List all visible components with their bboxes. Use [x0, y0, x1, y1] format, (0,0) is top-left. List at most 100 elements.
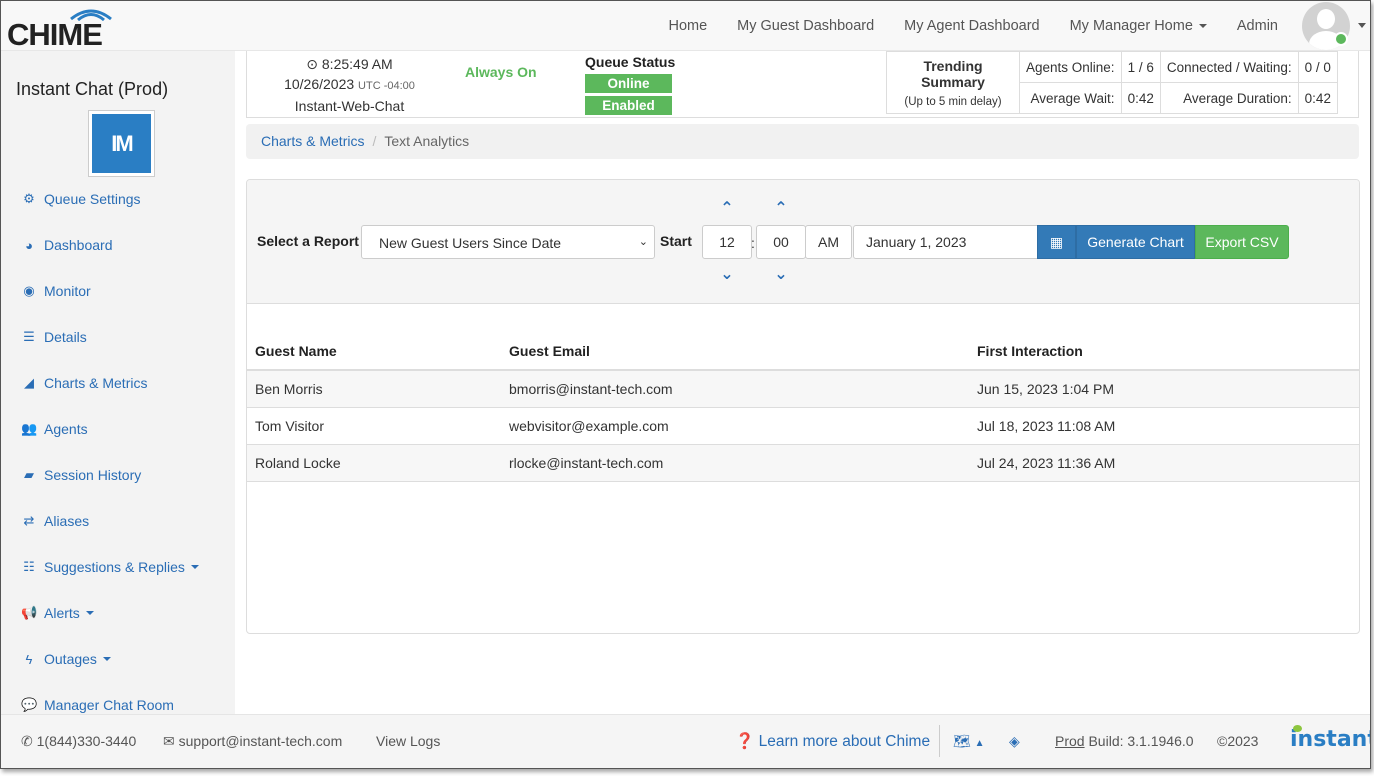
learn-more-link[interactable]: ❓ Learn more about Chime: [735, 732, 930, 751]
sidebar-item-queue-settings[interactable]: ⚙ Queue Settings: [21, 191, 140, 207]
breadcrumb-separator: /: [372, 133, 377, 149]
sidebar: Instant Chat (Prod) IM ⚙ Queue Settings ◕…: [1, 51, 235, 714]
footer-divider: [939, 725, 940, 757]
nav-agent-dashboard[interactable]: My Agent Dashboard: [904, 18, 1039, 34]
column-header-guest-email[interactable]: Guest Email: [501, 333, 969, 371]
users-icon: 👥: [21, 421, 38, 436]
average-duration-value: 0:42: [1297, 82, 1338, 114]
enabled-badge: Enabled: [585, 96, 672, 115]
chime-logo[interactable]: CHIME: [7, 5, 112, 52]
caret-down-icon: [190, 565, 199, 569]
support-email: support@instant-tech.com: [178, 733, 343, 749]
guest-name-cell: Tom Visitor: [247, 407, 501, 445]
sidebar-item-outages[interactable]: ϟ Outages: [21, 651, 111, 667]
footer-email[interactable]: ✉ support@instant-tech.com: [163, 733, 342, 750]
footer-phone[interactable]: ✆ 1(844)330-3440: [21, 733, 136, 750]
export-csv-button[interactable]: Export CSV: [1195, 225, 1289, 259]
instant-logo-text: instant: [1290, 727, 1371, 752]
hide-button[interactable]: ◈: [1009, 733, 1020, 750]
calendar-button[interactable]: ▦: [1037, 225, 1076, 259]
online-badge: Online: [585, 74, 672, 93]
sidebar-item-label: Outages: [44, 651, 97, 667]
caret-down-icon: [102, 657, 111, 661]
nav-guest-dashboard[interactable]: My Guest Dashboard: [737, 18, 874, 34]
gear-icon: ⚙: [23, 191, 35, 206]
question-circle-icon: ❓: [735, 733, 755, 750]
queue-name: Instant-Web-Chat: [294, 98, 405, 114]
select-report-label: Select a Report: [257, 233, 359, 249]
nav-manager-home[interactable]: My Manager Home: [1070, 18, 1207, 34]
hour-input[interactable]: 12: [702, 225, 752, 259]
average-wait-value: 0:42: [1120, 82, 1161, 114]
minute-up-chevron-icon[interactable]: ⌃: [756, 198, 806, 218]
translate-icon: 🗺: [953, 733, 971, 749]
top-navbar: CHIME Home My Guest Dashboard My Agent D…: [1, 1, 1370, 52]
bullhorn-icon: 📢: [21, 605, 38, 620]
table-header-row: Guest Name Guest Email First Interaction: [247, 333, 1359, 371]
env-link[interactable]: Prod: [1055, 733, 1085, 749]
generate-chart-button[interactable]: Generate Chart: [1076, 225, 1195, 259]
current-date: 10/26/2023: [284, 76, 355, 92]
report-select[interactable]: New Guest Users Since Date ⌄: [361, 225, 655, 259]
sidebar-item-charts-metrics[interactable]: ◢ Charts & Metrics: [21, 375, 147, 391]
sidebar-item-suggestions-replies[interactable]: ☷ Suggestions & Replies: [21, 559, 199, 575]
nav-admin[interactable]: Admin: [1237, 18, 1278, 34]
sidebar-item-label: Suggestions & Replies: [44, 559, 185, 575]
ampm-toggle[interactable]: AM: [805, 225, 852, 259]
sidebar-item-manager-chat-room[interactable]: 💬 Manager Chat Room: [21, 697, 174, 713]
first-interaction-cell: Jun 15, 2023 1:04 PM: [969, 370, 1359, 408]
clock: ⊙ 8:25:49 AM 10/26/2023 UTC -04:00 Insta…: [277, 54, 422, 116]
breadcrumb-charts-metrics[interactable]: Charts & Metrics: [261, 133, 364, 149]
start-date-input[interactable]: January 1, 2023: [853, 225, 1038, 259]
clock-date-row: 10/26/2023 UTC -04:00: [277, 74, 422, 96]
nav-home[interactable]: Home: [668, 18, 707, 34]
avatar-caret-icon[interactable]: [1358, 23, 1366, 28]
sidebar-item-dashboard[interactable]: ◕ Dashboard: [21, 237, 112, 253]
book-icon: ▰: [24, 467, 34, 482]
sidebar-item-monitor[interactable]: ◉ Monitor: [21, 283, 91, 299]
minute-input[interactable]: 00: [756, 225, 806, 259]
caret-up-icon: ▲: [974, 738, 985, 749]
column-header-first-interaction[interactable]: First Interaction: [969, 333, 1359, 371]
sidebar-item-details[interactable]: ☰ Details: [21, 329, 87, 345]
language-menu[interactable]: 🗺 ▲: [953, 733, 985, 750]
avatar-head: [1317, 9, 1335, 29]
start-label: Start: [660, 233, 692, 249]
sidebar-item-session-history[interactable]: ▰ Session History: [21, 467, 141, 483]
agents-online-value: 1 / 6: [1120, 51, 1161, 83]
sidebar-item-alerts[interactable]: 📢 Alerts: [21, 605, 94, 621]
table-row: Ben Morris bmorris@instant-tech.com Jun …: [247, 370, 1359, 408]
report-controls: Select a Report New Guest Users Since Da…: [247, 180, 1359, 304]
sidebar-item-agents[interactable]: 👥 Agents: [21, 421, 88, 437]
logo-text: CHIME: [7, 17, 103, 52]
clock-icon: ⊙: [306, 56, 318, 72]
queue-status-label: Queue Status: [585, 54, 676, 70]
trending-summary-table: Trending Summary (Up to 5 min delay) Age…: [886, 51, 1338, 114]
average-wait-label: Average Wait:: [1019, 82, 1122, 114]
eye-slash-icon: ◈: [1009, 733, 1020, 749]
sidebar-item-label: Monitor: [44, 283, 91, 299]
always-on-label: Always On: [465, 64, 537, 80]
hour-down-chevron-icon[interactable]: ⌄: [702, 264, 752, 284]
results-table: Guest Name Guest Email First Interaction…: [247, 333, 1359, 482]
agents-online-label: Agents Online:: [1019, 51, 1122, 83]
first-interaction-cell: Jul 24, 2023 11:36 AM: [969, 444, 1359, 482]
table-row: Roland Locke rlocke@instant-tech.com Jul…: [247, 444, 1359, 482]
column-header-guest-name[interactable]: Guest Name: [247, 333, 501, 371]
envelope-icon: ✉: [163, 733, 175, 749]
guest-name-cell: Ben Morris: [247, 370, 501, 408]
report-select-value: New Guest Users Since Date: [379, 235, 562, 251]
phone-number: 1(844)330-3440: [36, 733, 137, 749]
guest-email-cell: bmorris@instant-tech.com: [501, 370, 969, 408]
view-logs-link[interactable]: View Logs: [376, 733, 440, 749]
minute-down-chevron-icon[interactable]: ⌄: [756, 264, 806, 284]
bolt-icon: ϟ: [25, 651, 33, 667]
instant-logo[interactable]: instant: [1290, 725, 1371, 752]
sidebar-item-aliases[interactable]: ⇄ Aliases: [21, 513, 90, 529]
breadcrumb: Charts & Metrics / Text Analytics: [246, 124, 1359, 159]
hour-up-chevron-icon[interactable]: ⌃: [702, 198, 752, 218]
build-info: Prod Build: 3.1.1946.0: [1055, 733, 1194, 749]
app-window: CHIME Home My Guest Dashboard My Agent D…: [0, 0, 1371, 769]
list-icon: ☰: [23, 329, 35, 344]
dashboard-icon: ◕: [25, 237, 33, 253]
